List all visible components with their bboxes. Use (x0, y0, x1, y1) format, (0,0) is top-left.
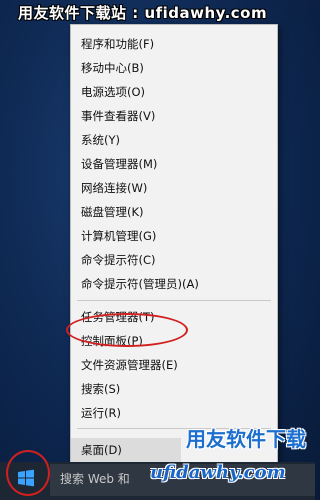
menu-item-search[interactable]: 搜索(S) (71, 377, 277, 401)
menu-separator (77, 300, 271, 301)
menu-item-power-options[interactable]: 电源选项(O) (71, 80, 277, 104)
menu-item-desktop[interactable]: 桌面(D) (71, 438, 181, 462)
control-panel-highlight-circle (66, 313, 188, 347)
menu-item-file-explorer[interactable]: 文件资源管理器(E) (71, 353, 277, 377)
taskbar-search-placeholder: 搜索 Web 和 (60, 472, 130, 486)
menu-item-command-prompt-admin[interactable]: 命令提示符(管理员)(A) (71, 272, 277, 296)
watermark-logo-text: 用友软件下载 (186, 427, 306, 451)
menu-item-network-connections[interactable]: 网络连接(W) (71, 176, 277, 200)
menu-item-device-manager[interactable]: 设备管理器(M) (71, 152, 277, 176)
watermark-url-text: ufidawhy.com (150, 462, 286, 483)
winx-context-menu: 程序和功能(F) 移动中心(B) 电源选项(O) 事件查看器(V) 系统(Y) … (70, 24, 278, 464)
menu-item-disk-management[interactable]: 磁盘管理(K) (71, 200, 277, 224)
menu-item-event-viewer[interactable]: 事件查看器(V) (71, 104, 277, 128)
menu-item-computer-management[interactable]: 计算机管理(G) (71, 224, 277, 248)
menu-item-mobility-center[interactable]: 移动中心(B) (71, 56, 277, 80)
menu-item-programs-features[interactable]: 程序和功能(F) (71, 32, 277, 56)
watermark-site-title: 用友软件下载站 : ufidawhy.com (18, 4, 268, 22)
menu-item-run[interactable]: 运行(R) (71, 401, 277, 425)
menu-item-system[interactable]: 系统(Y) (71, 128, 277, 152)
start-button-highlight-circle (6, 450, 50, 496)
menu-item-command-prompt[interactable]: 命令提示符(C) (71, 248, 277, 272)
